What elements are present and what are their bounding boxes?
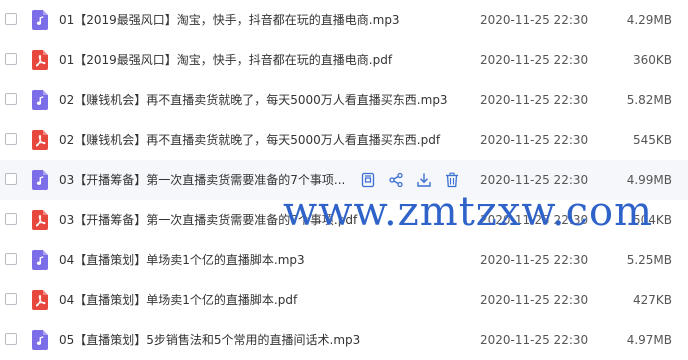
file-name[interactable]: 03【开播筹备】第一次直播卖货需要准备的7个事项.pdf bbox=[59, 211, 357, 229]
file-size: 4.97MB bbox=[626, 333, 672, 347]
file-date: 2020-11-25 22:30 bbox=[480, 13, 589, 27]
row-checkbox[interactable] bbox=[5, 333, 17, 345]
file-row[interactable]: 02【赚钱机会】再不直播卖货就晚了，每天5000万人看直播买东西.pdf 2020… bbox=[0, 120, 688, 160]
download-icon[interactable] bbox=[416, 172, 432, 188]
file-date: 2020-11-25 22:30 bbox=[480, 293, 589, 307]
file-size: 427KB bbox=[632, 293, 672, 307]
file-name[interactable]: 03【开播筹备】第一次直播卖货需要准备的7个事项... bbox=[59, 171, 345, 189]
delete-icon[interactable] bbox=[444, 172, 460, 188]
file-date: 2020-11-25 22:30 bbox=[480, 133, 589, 147]
row-checkbox[interactable] bbox=[5, 213, 17, 225]
file-row[interactable]: 05【直播策划】5步销售法和5个常用的直播间话术.mp3 2020-11-25 2… bbox=[0, 320, 688, 360]
audio-file-icon bbox=[32, 330, 48, 350]
row-checkbox[interactable] bbox=[5, 173, 17, 185]
row-checkbox[interactable] bbox=[5, 293, 17, 305]
pdf-file-icon bbox=[32, 50, 48, 70]
file-row[interactable]: 04【直播策划】单场卖1个亿的直播脚本.mp3 2020-11-25 22:30 5… bbox=[0, 240, 688, 280]
file-date: 2020-11-25 22:30 bbox=[480, 93, 589, 107]
file-name[interactable]: 02【赚钱机会】再不直播卖货就晚了，每天5000万人看直播买东西.mp3 bbox=[59, 91, 448, 109]
share-icon[interactable] bbox=[388, 172, 404, 188]
row-checkbox[interactable] bbox=[5, 133, 17, 145]
file-size: 504KB bbox=[632, 213, 672, 227]
file-name[interactable]: 05【直播策划】5步销售法和5个常用的直播间话术.mp3 bbox=[59, 331, 360, 349]
file-row[interactable]: 04【直播策划】单场卖1个亿的直播脚本.pdf 2020-11-25 22:30 4… bbox=[0, 280, 688, 320]
file-date: 2020-11-25 22:30 bbox=[480, 213, 589, 227]
file-name[interactable]: 01【2019最强风口】淘宝，快手，抖音都在玩的直播电商.mp3 bbox=[59, 11, 400, 29]
pdf-file-icon bbox=[32, 210, 48, 230]
file-date: 2020-11-25 22:30 bbox=[480, 253, 589, 267]
file-name[interactable]: 04【直播策划】单场卖1个亿的直播脚本.mp3 bbox=[59, 251, 305, 269]
row-checkbox[interactable] bbox=[5, 13, 17, 25]
file-name[interactable]: 04【直播策划】单场卖1个亿的直播脚本.pdf bbox=[59, 291, 297, 309]
row-checkbox[interactable] bbox=[5, 93, 17, 105]
row-actions bbox=[360, 170, 460, 190]
file-size: 4.99MB bbox=[626, 173, 672, 187]
audio-file-icon bbox=[32, 10, 48, 30]
pdf-file-icon bbox=[32, 290, 48, 310]
file-list: 01【2019最强风口】淘宝，快手，抖音都在玩的直播电商.mp3 2020-11-… bbox=[0, 0, 688, 360]
file-row[interactable]: 02【赚钱机会】再不直播卖货就晚了，每天5000万人看直播买东西.mp3 2020… bbox=[0, 80, 688, 120]
file-row[interactable]: 01【2019最强风口】淘宝，快手，抖音都在玩的直播电商.mp3 2020-11-… bbox=[0, 0, 688, 40]
file-row[interactable]: 01【2019最强风口】淘宝，快手，抖音都在玩的直播电商.pdf 2020-11-… bbox=[0, 40, 688, 80]
file-date: 2020-11-25 22:30 bbox=[480, 53, 589, 67]
file-size: 360KB bbox=[632, 53, 672, 67]
file-name[interactable]: 01【2019最强风口】淘宝，快手，抖音都在玩的直播电商.pdf bbox=[59, 51, 392, 69]
row-checkbox[interactable] bbox=[5, 53, 17, 65]
audio-file-icon bbox=[32, 90, 48, 110]
row-checkbox[interactable] bbox=[5, 253, 17, 265]
open-icon[interactable] bbox=[360, 172, 376, 188]
pdf-file-icon bbox=[32, 130, 48, 150]
file-name[interactable]: 02【赚钱机会】再不直播卖货就晚了，每天5000万人看直播买东西.pdf bbox=[59, 131, 440, 149]
audio-file-icon bbox=[32, 170, 48, 190]
file-size: 4.29MB bbox=[626, 13, 672, 27]
file-row[interactable]: 03【开播筹备】第一次直播卖货需要准备的7个事项... 2020-11-25 22… bbox=[0, 160, 688, 200]
file-size: 5.82MB bbox=[626, 93, 672, 107]
file-size: 5.25MB bbox=[626, 253, 672, 267]
file-row[interactable]: 03【开播筹备】第一次直播卖货需要准备的7个事项.pdf 2020-11-25 2… bbox=[0, 200, 688, 240]
file-date: 2020-11-25 22:30 bbox=[480, 333, 589, 347]
audio-file-icon bbox=[32, 250, 48, 270]
file-size: 545KB bbox=[632, 133, 672, 147]
file-date: 2020-11-25 22:30 bbox=[480, 173, 589, 187]
